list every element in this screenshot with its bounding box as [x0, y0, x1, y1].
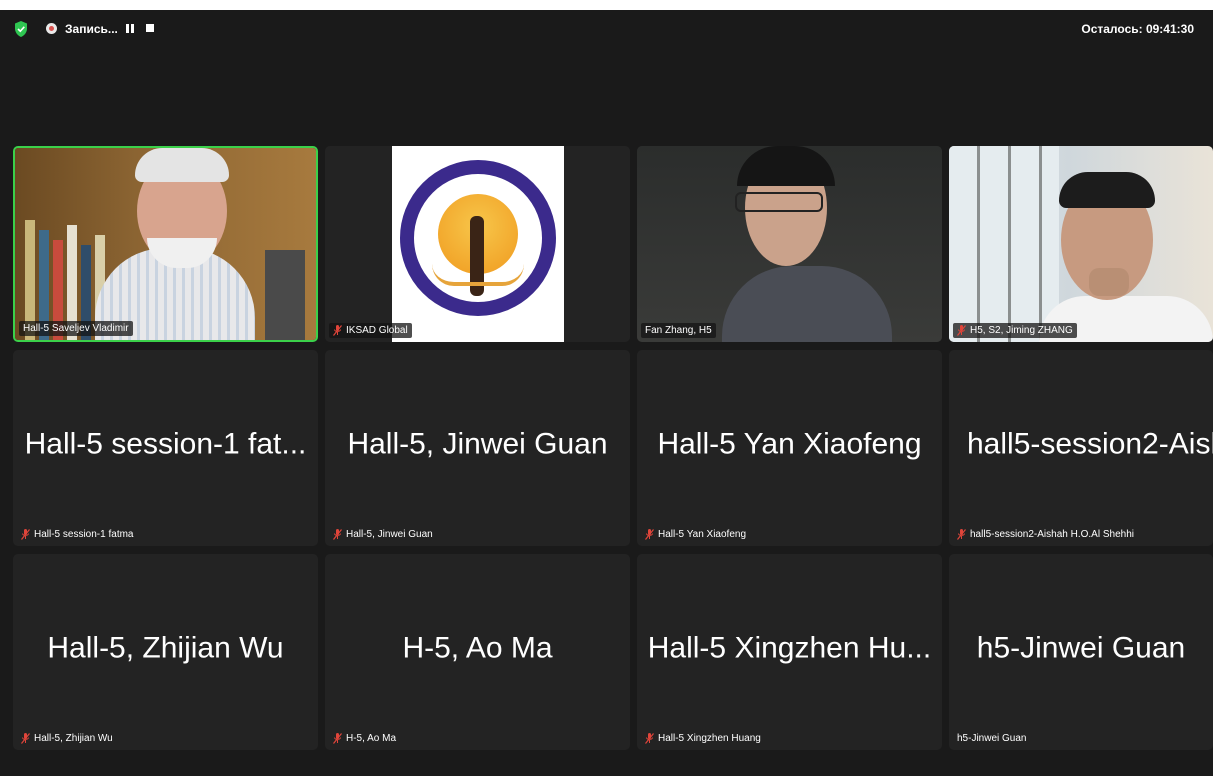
mic-muted-icon: [21, 529, 30, 540]
participant-name: Hall-5 Xingzhen Huang: [658, 733, 761, 744]
mic-muted-icon: [21, 733, 30, 744]
participant-name-tag: Hall-5, Jinwei Guan: [329, 527, 437, 542]
participant-video: [15, 148, 316, 340]
participant-tile[interactable]: Hall-5 Xingzhen Hu... Hall-5 Xingzhen Hu…: [637, 554, 942, 750]
participant-display-name: Hall-5, Zhijian Wu: [47, 631, 284, 665]
participant-name-tag: Fan Zhang, H5: [641, 323, 716, 338]
participant-name: Hall-5 session-1 fatma: [34, 529, 134, 540]
stop-icon[interactable]: [146, 24, 154, 32]
iksad-logo: ★ 2010 ★: [392, 146, 564, 342]
participant-display-name: Hall-5 Xingzhen Hu...: [647, 631, 932, 665]
video-tile[interactable]: Fan Zhang, H5: [637, 146, 942, 342]
mic-muted-icon: [333, 529, 342, 540]
participant-display-name: h5-Jinwei Guan: [976, 631, 1186, 665]
participant-name: H5, S2, Jiming ZHANG: [970, 325, 1073, 336]
participant-display-name: Hall-5 Yan Xiaofeng: [657, 427, 922, 461]
participant-name: Hall-5, Zhijian Wu: [34, 733, 113, 744]
participant-video: ★ 2010 ★: [325, 146, 630, 342]
participant-display-name: Hall-5 session-1 fat...: [24, 427, 307, 461]
shield-icon[interactable]: [14, 21, 28, 37]
participant-tile[interactable]: h5-Jinwei Guan h5-Jinwei Guan: [949, 554, 1213, 750]
participant-name: hall5-session2-Aishah H.O.Al Shehhi: [970, 529, 1134, 540]
zoom-meeting-window: Запись... Осталось: 09:41:30 Hall-5 Save…: [0, 10, 1213, 776]
video-tile[interactable]: Hall-5 Saveljev Vladimir: [13, 146, 318, 342]
participant-name: Fan Zhang, H5: [645, 325, 712, 336]
mic-muted-icon: [957, 529, 966, 540]
participant-name-tag: H5, S2, Jiming ZHANG: [953, 323, 1077, 338]
participant-name: h5-Jinwei Guan: [957, 733, 1027, 744]
mic-muted-icon: [645, 529, 654, 540]
participant-video: [637, 146, 942, 342]
participant-display-name: H-5, Ao Ma: [402, 631, 553, 665]
recording-label[interactable]: Запись...: [65, 22, 118, 36]
logo-year: ★ 2010 ★: [455, 321, 501, 332]
participant-video: [949, 146, 1213, 342]
participant-name-tag: h5-Jinwei Guan: [953, 731, 1030, 746]
participant-tile[interactable]: hall5-session2-Aishah hall5-session2-Ais…: [949, 350, 1213, 546]
recording-icon: [46, 23, 57, 34]
participant-name-tag: Hall-5 Yan Xiaofeng: [641, 527, 750, 542]
participant-display-name: Hall-5, Jinwei Guan: [347, 427, 608, 461]
mic-muted-icon: [333, 733, 342, 744]
participant-name-tag: Hall-5 session-1 fatma: [17, 527, 137, 542]
pause-icon[interactable]: [126, 24, 134, 33]
participant-name-tag: Hall-5 Saveljev Vladimir: [19, 321, 133, 336]
participant-tile[interactable]: Hall-5, Zhijian Wu Hall-5, Zhijian Wu: [13, 554, 318, 750]
time-remaining: Осталось: 09:41:30: [1081, 22, 1194, 36]
video-tile[interactable]: H5, S2, Jiming ZHANG: [949, 146, 1213, 342]
participant-name: Hall-5 Saveljev Vladimir: [23, 323, 129, 334]
participant-name-tag: Hall-5, Zhijian Wu: [17, 731, 117, 746]
participant-name: H-5, Ao Ma: [346, 733, 397, 744]
participant-name: Hall-5 Yan Xiaofeng: [658, 529, 747, 540]
participant-name-tag: hall5-session2-Aishah H.O.Al Shehhi: [953, 527, 1138, 542]
participant-tile[interactable]: Hall-5, Jinwei Guan Hall-5, Jinwei Guan: [325, 350, 630, 546]
participant-tile[interactable]: Hall-5 Yan Xiaofeng Hall-5 Yan Xiaofeng: [637, 350, 942, 546]
mic-muted-icon: [645, 733, 654, 744]
mic-muted-icon: [957, 325, 966, 336]
video-tile[interactable]: ★ 2010 ★ IKSAD Global: [325, 146, 630, 342]
participant-tile[interactable]: H-5, Ao Ma H-5, Ao Ma: [325, 554, 630, 750]
participant-display-name: hall5-session2-Aishah: [967, 427, 1213, 461]
mic-muted-icon: [333, 325, 342, 336]
participant-name-tag: Hall-5 Xingzhen Huang: [641, 731, 765, 746]
participant-name: Hall-5, Jinwei Guan: [346, 529, 433, 540]
participant-name-tag: H-5, Ao Ma: [329, 731, 400, 746]
participant-tile[interactable]: Hall-5 session-1 fat... Hall-5 session-1…: [13, 350, 318, 546]
